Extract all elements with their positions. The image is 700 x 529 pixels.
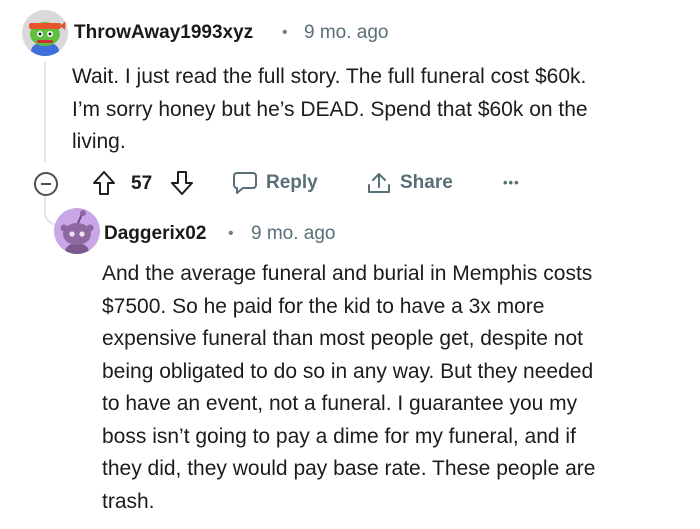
downvote-button[interactable] bbox=[170, 170, 194, 196]
comment-author[interactable]: Daggerix02 bbox=[104, 223, 206, 245]
upvote-button[interactable] bbox=[92, 170, 116, 196]
vote-count: 57 bbox=[131, 173, 153, 194]
share-label: Share bbox=[400, 172, 453, 193]
minus-icon bbox=[41, 183, 51, 185]
comment-body-line: expensive funeral than most people get, … bbox=[102, 327, 583, 350]
comment-body-line: being obligated to do so in any way. But… bbox=[102, 359, 594, 383]
share-icon bbox=[368, 173, 390, 193]
thread-line[interactable] bbox=[44, 62, 46, 162]
more-options-button[interactable]: ••• bbox=[503, 175, 520, 190]
comment-body-line: boss isn’t going to pay a dime for my fu… bbox=[102, 424, 576, 448]
comment-body-line: trash. bbox=[102, 489, 155, 513]
snoo-avatar-purple-icon bbox=[60, 210, 94, 254]
reply-label: Reply bbox=[266, 172, 318, 193]
meta-separator: • bbox=[282, 24, 288, 41]
user-avatar[interactable] bbox=[54, 208, 100, 254]
comment-timestamp[interactable]: 9 mo. ago bbox=[304, 22, 389, 44]
speech-bubble-icon bbox=[233, 172, 257, 194]
meta-separator: • bbox=[228, 225, 234, 242]
share-button[interactable]: Share bbox=[366, 171, 453, 195]
snoo-avatar-headband-icon bbox=[29, 21, 66, 56]
comment-timestamp[interactable]: 9 mo. ago bbox=[251, 223, 336, 245]
comment-body-line: they did, they would pay base rate. Thes… bbox=[102, 457, 596, 480]
user-avatar[interactable] bbox=[22, 10, 68, 56]
comment-body-line: to have an event, not a funeral. I guara… bbox=[102, 392, 578, 415]
reply-button[interactable]: Reply bbox=[232, 171, 318, 195]
comment-body-line: $7500. So he paid for the kid to have a … bbox=[102, 294, 545, 318]
upvote-arrow-icon bbox=[93, 171, 115, 195]
comment-author[interactable]: ThrowAway1993xyz bbox=[74, 22, 253, 44]
comment-body-line: living. bbox=[72, 130, 126, 153]
downvote-arrow-icon bbox=[171, 171, 193, 195]
comment-body-line: And the average funeral and burial in Me… bbox=[102, 262, 593, 285]
comment-body-line: Wait. I just read the full story. The fu… bbox=[72, 65, 587, 88]
collapse-thread-button[interactable] bbox=[34, 172, 58, 196]
comment-body: Wait. I just read the full story. The fu… bbox=[72, 61, 692, 159]
comment-body: And the average funeral and burial in Me… bbox=[102, 258, 697, 518]
comment-body-line: I’m sorry honey but he’s DEAD. Spend tha… bbox=[72, 97, 588, 121]
